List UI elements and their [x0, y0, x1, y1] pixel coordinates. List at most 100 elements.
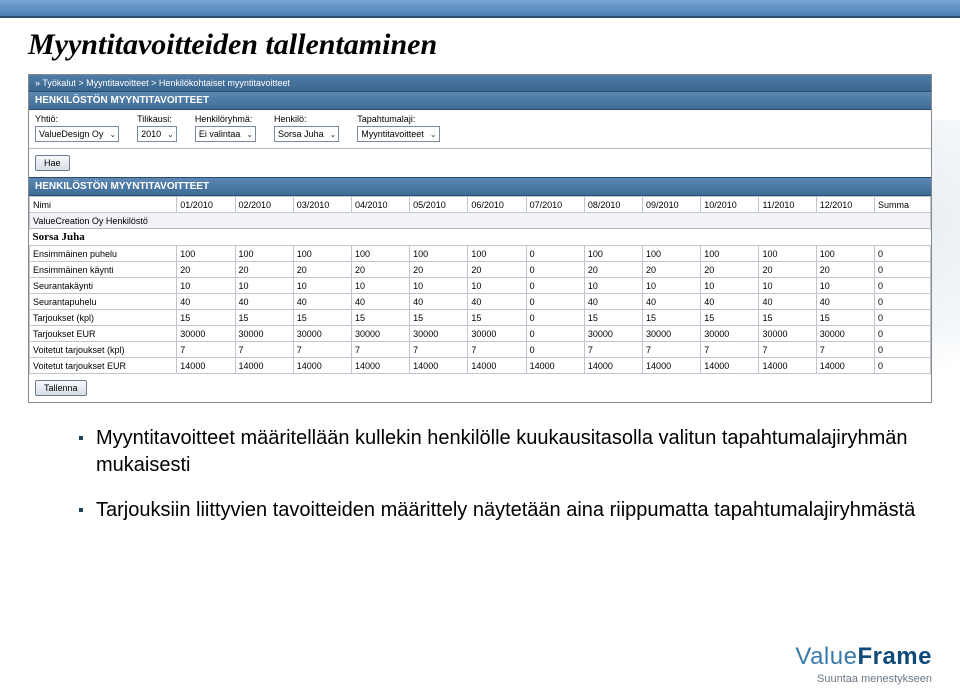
table-cell[interactable]: 20: [177, 262, 235, 278]
table-cell[interactable]: 10: [235, 278, 293, 294]
table-cell[interactable]: 10: [643, 278, 701, 294]
table-cell[interactable]: 30000: [410, 326, 468, 342]
table-cell[interactable]: 100: [816, 246, 874, 262]
filter-group-select[interactable]: Ei valintaa ⌄: [195, 126, 256, 142]
table-cell[interactable]: 40: [643, 294, 701, 310]
table-cell[interactable]: 15: [701, 310, 759, 326]
table-cell[interactable]: 7: [410, 342, 468, 358]
table-cell[interactable]: 100: [410, 246, 468, 262]
table-cell[interactable]: 100: [584, 246, 642, 262]
filter-fiscal-select[interactable]: 2010 ⌄: [137, 126, 177, 142]
table-cell[interactable]: 10: [293, 278, 351, 294]
table-cell[interactable]: 10: [584, 278, 642, 294]
table-cell[interactable]: 30000: [816, 326, 874, 342]
table-cell[interactable]: 7: [816, 342, 874, 358]
table-cell[interactable]: 15: [759, 310, 816, 326]
table-cell[interactable]: 0: [526, 246, 584, 262]
table-cell[interactable]: 7: [293, 342, 351, 358]
table-cell[interactable]: 10: [468, 278, 526, 294]
table-cell[interactable]: 30000: [293, 326, 351, 342]
table-cell[interactable]: 7: [643, 342, 701, 358]
table-cell[interactable]: 40: [293, 294, 351, 310]
table-cell[interactable]: 14000: [235, 358, 293, 374]
table-cell[interactable]: 30000: [701, 326, 759, 342]
table-cell[interactable]: 20: [351, 262, 409, 278]
table-cell[interactable]: 10: [410, 278, 468, 294]
table-cell[interactable]: 15: [293, 310, 351, 326]
table-cell[interactable]: 0: [526, 294, 584, 310]
table-cell[interactable]: 10: [351, 278, 409, 294]
table-cell[interactable]: 0: [874, 278, 930, 294]
table-cell[interactable]: 40: [701, 294, 759, 310]
table-cell[interactable]: 20: [816, 262, 874, 278]
table-cell[interactable]: 30000: [468, 326, 526, 342]
table-cell[interactable]: 15: [816, 310, 874, 326]
filter-eventtype-select[interactable]: Myyntitavoitteet ⌄: [357, 126, 439, 142]
table-cell[interactable]: 0: [874, 342, 930, 358]
table-cell[interactable]: 100: [235, 246, 293, 262]
table-cell[interactable]: 100: [701, 246, 759, 262]
table-cell[interactable]: 15: [584, 310, 642, 326]
table-cell[interactable]: 15: [410, 310, 468, 326]
table-cell[interactable]: 20: [584, 262, 642, 278]
table-cell[interactable]: 14000: [759, 358, 816, 374]
table-cell[interactable]: 20: [701, 262, 759, 278]
table-cell[interactable]: 14000: [816, 358, 874, 374]
table-cell[interactable]: 20: [643, 262, 701, 278]
table-cell[interactable]: 30000: [235, 326, 293, 342]
table-cell[interactable]: 0: [874, 358, 930, 374]
table-cell[interactable]: 20: [468, 262, 526, 278]
table-cell[interactable]: 0: [874, 326, 930, 342]
table-cell[interactable]: 14000: [293, 358, 351, 374]
table-cell[interactable]: 14000: [584, 358, 642, 374]
table-cell[interactable]: 14000: [643, 358, 701, 374]
table-cell[interactable]: 100: [759, 246, 816, 262]
table-cell[interactable]: 0: [526, 342, 584, 358]
filter-person-select[interactable]: Sorsa Juha ⌄: [274, 126, 339, 142]
table-cell[interactable]: 20: [235, 262, 293, 278]
table-cell[interactable]: 14000: [177, 358, 235, 374]
search-button[interactable]: Hae: [35, 155, 70, 171]
save-button[interactable]: Tallenna: [35, 380, 87, 396]
table-cell[interactable]: 15: [468, 310, 526, 326]
table-cell[interactable]: 14000: [468, 358, 526, 374]
table-cell[interactable]: 14000: [526, 358, 584, 374]
table-cell[interactable]: 100: [351, 246, 409, 262]
table-cell[interactable]: 30000: [351, 326, 409, 342]
table-cell[interactable]: 40: [177, 294, 235, 310]
table-cell[interactable]: 40: [235, 294, 293, 310]
table-cell[interactable]: 40: [816, 294, 874, 310]
table-cell[interactable]: 0: [526, 310, 584, 326]
table-cell[interactable]: 40: [351, 294, 409, 310]
table-cell[interactable]: 15: [235, 310, 293, 326]
table-cell[interactable]: 30000: [759, 326, 816, 342]
table-cell[interactable]: 0: [874, 310, 930, 326]
table-cell[interactable]: 7: [235, 342, 293, 358]
table-cell[interactable]: 30000: [643, 326, 701, 342]
table-cell[interactable]: 40: [468, 294, 526, 310]
filter-company-select[interactable]: ValueDesign Oy ⌄: [35, 126, 119, 142]
table-cell[interactable]: 40: [759, 294, 816, 310]
table-cell[interactable]: 15: [643, 310, 701, 326]
table-cell[interactable]: 10: [816, 278, 874, 294]
table-cell[interactable]: 14000: [410, 358, 468, 374]
table-cell[interactable]: 40: [410, 294, 468, 310]
table-cell[interactable]: 10: [759, 278, 816, 294]
table-cell[interactable]: 20: [759, 262, 816, 278]
table-cell[interactable]: 7: [177, 342, 235, 358]
table-cell[interactable]: 15: [351, 310, 409, 326]
table-cell[interactable]: 14000: [701, 358, 759, 374]
table-cell[interactable]: 0: [874, 246, 930, 262]
table-cell[interactable]: 7: [351, 342, 409, 358]
table-cell[interactable]: 20: [410, 262, 468, 278]
table-cell[interactable]: 0: [526, 278, 584, 294]
table-cell[interactable]: 10: [177, 278, 235, 294]
table-cell[interactable]: 40: [584, 294, 642, 310]
table-cell[interactable]: 7: [468, 342, 526, 358]
table-cell[interactable]: 100: [177, 246, 235, 262]
table-cell[interactable]: 7: [701, 342, 759, 358]
table-cell[interactable]: 0: [874, 294, 930, 310]
table-cell[interactable]: 10: [701, 278, 759, 294]
table-cell[interactable]: 100: [468, 246, 526, 262]
table-cell[interactable]: 20: [293, 262, 351, 278]
